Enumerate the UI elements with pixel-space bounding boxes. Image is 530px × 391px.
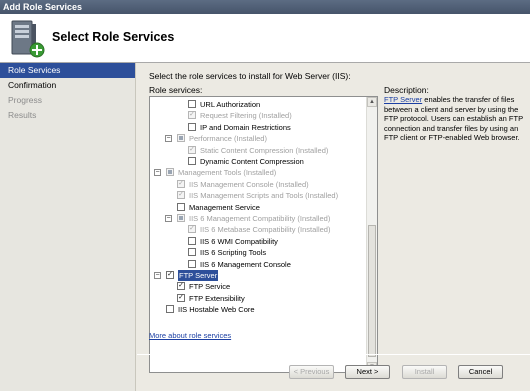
checkbox: ✓ [177,179,185,188]
checkbox[interactable] [188,157,196,165]
checkbox[interactable]: ✓ [177,293,185,302]
tree-item-label: IIS Management Scripts and Tools (Instal… [189,191,339,201]
checkbox[interactable] [166,305,174,314]
checkbox[interactable] [188,259,196,268]
tree-item-label: IIS Management Console (Installed) [189,179,309,189]
install-button[interactable]: Install [402,365,447,379]
tree-item-label: IIS 6 WMI Compatibility [200,236,278,246]
page-title: Select Role Services [52,30,175,44]
tree-item-label: IIS 6 Scripting Tools [200,248,267,258]
checkbox [177,214,185,222]
instruction-text: Select the role services to install for … [149,71,351,81]
checkbox [177,134,185,143]
wizard-nav: Role Services Confirmation Progress Resu… [0,63,136,391]
checkbox[interactable] [188,100,196,108]
collapse-icon[interactable]: − [154,272,161,279]
tree-item-label: Performance (Installed) [189,134,267,144]
tree-item-label: Request Filtering (Installed) [200,111,292,121]
collapse-icon[interactable]: − [154,169,161,177]
wizard-header: Select Role Services [0,14,530,63]
scroll-up-icon[interactable]: ▲ [367,97,377,107]
checkbox: ✓ [188,225,196,234]
previous-button[interactable]: < Previous [289,365,334,379]
checkbox[interactable] [177,202,185,211]
next-button[interactable]: Next > [345,365,390,379]
tree-item-label: IIS 6 Management Compatibility (Installe… [189,214,331,223]
checkbox: ✓ [188,111,196,120]
vertical-scrollbar[interactable]: ▲ ▼ [366,97,377,372]
tree-item-label: IP and Domain Restrictions [200,122,291,132]
checkbox: ✓ [177,191,185,200]
checkbox[interactable]: ✓ [166,271,174,279]
checkbox: ✓ [188,145,196,154]
ftp-server-link[interactable]: FTP Server [384,95,422,104]
window-title: Add Role Services [0,0,530,14]
nav-item-confirmation[interactable]: Confirmation [0,78,135,93]
collapse-icon[interactable]: − [165,135,172,143]
tree-item-label: FTP Extensibility [189,293,245,303]
main-panel: Select the role services to install for … [137,63,530,391]
checkbox[interactable]: ✓ [177,282,185,291]
cancel-button[interactable]: Cancel [458,365,503,379]
server-add-icon [11,20,45,58]
footer-divider [137,354,530,355]
role-services-label: Role services: [149,85,203,95]
tree-item-label: Management Tools (Installed) [178,168,277,178]
scroll-thumb[interactable] [368,225,376,357]
tree-item-label: FTP Service [189,282,231,292]
description-text: FTP Server enables the transfer of files… [384,95,524,143]
tree-item-label: IIS 6 Metabase Compatibility (Installed) [200,225,331,235]
tree-item-label: URL Authorization [200,100,261,109]
nav-item-results: Results [8,110,37,120]
collapse-icon[interactable]: − [165,215,172,222]
checkbox[interactable] [188,236,196,245]
checkbox[interactable] [188,248,196,257]
description-title: Description: [384,85,429,95]
tree-item-label: FTP Server [178,270,219,281]
nav-item-role-services[interactable]: Role Services [0,63,135,78]
checkbox [166,168,174,177]
nav-item-progress: Progress [8,95,43,105]
checkbox[interactable] [188,122,196,131]
tree-item-label: Management Service [189,202,260,212]
tree-item-label: IIS 6 Management Console [200,259,291,269]
tree-item-label: Dynamic Content Compression [200,157,304,166]
tree-item-label: Static Content Compression (Installed) [200,145,329,155]
more-about-role-services-link[interactable]: More about role services [149,331,231,340]
tree-item-label: IIS Hostable Web Core [178,305,255,315]
